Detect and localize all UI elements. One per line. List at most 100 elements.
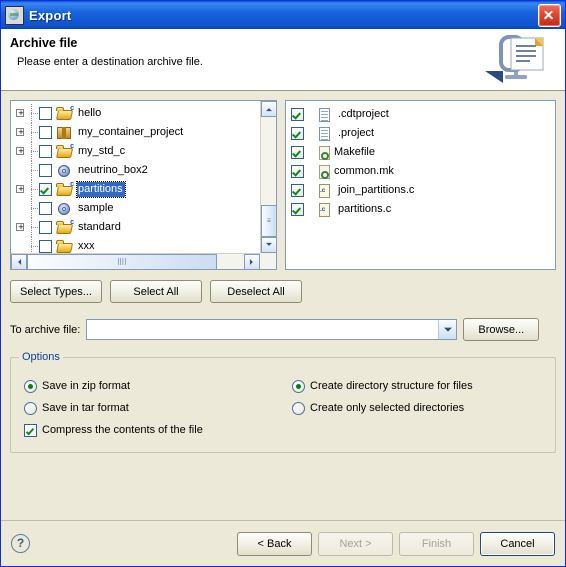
deselect-all-button[interactable]: Deselect All [210,280,302,303]
next-button: Next > [318,531,393,556]
option-compress[interactable]: Compress the contents of the file [24,419,203,441]
file-checkbox[interactable] [291,184,304,197]
tree-row[interactable]: c my_std_c [14,142,260,161]
chevron-down-icon[interactable] [438,320,457,339]
tree-checkbox[interactable] [39,240,52,253]
file-label: join_partitions.c [338,184,415,196]
scroll-down-arrow-icon[interactable] [261,237,276,253]
file-checkbox[interactable] [291,127,304,140]
window-title: Export [29,7,72,23]
vertical-scroll-thumb[interactable]: ≡ [261,205,276,237]
archive-file-row: To archive file: Browse... [10,318,556,341]
back-button[interactable]: < Back [237,531,312,556]
scroll-grip-icon: |||| [117,258,127,266]
scroll-grip-icon: ≡ [266,217,272,225]
c-project-folder-icon: c [56,143,74,160]
tree-guide [31,218,39,237]
finish-button: Finish [399,531,474,556]
tree-checkbox[interactable] [39,164,52,177]
tree-row[interactable]: sample [14,199,260,218]
close-icon[interactable] [538,3,561,27]
scroll-up-arrow-icon[interactable] [261,101,276,117]
document-icon [316,107,333,123]
tree-guide [31,123,39,142]
option-create-selected-dirs[interactable]: Create only selected directories [292,397,473,419]
expand-toggle-icon[interactable] [14,142,31,161]
tree-guide [31,237,39,253]
tree-checkbox[interactable] [39,107,52,120]
expand-toggle-icon[interactable] [14,180,31,199]
select-all-button[interactable]: Select All [110,280,202,303]
file-list-pane[interactable]: .cdtproject .project Makefile common.mk … [285,100,556,270]
checkbox-compress[interactable] [24,423,37,437]
browse-button[interactable]: Browse... [463,318,540,341]
tree-checkbox[interactable] [39,126,52,139]
file-label: common.mk [334,165,394,177]
tree-guide [31,104,39,123]
scroll-right-arrow-icon[interactable] [244,254,260,269]
radio-save-zip[interactable] [24,379,37,393]
tree-checkbox[interactable] [39,221,52,234]
tree-guide [31,180,39,199]
horizontal-scroll-thumb[interactable]: |||| [27,254,217,269]
list-item[interactable]: Makefile [291,143,555,162]
help-icon[interactable]: ? [11,534,30,553]
option-create-dir-structure[interactable]: Create directory structure for files [292,375,473,397]
file-label: Makefile [334,146,375,158]
disc-project-icon [56,163,73,179]
tree-row-selected[interactable]: c partitions [14,180,260,199]
title-bar: Export [1,1,565,29]
list-item[interactable]: common.mk [291,162,555,181]
tree-row[interactable]: c hello [14,104,260,123]
radio-save-tar[interactable] [24,401,37,415]
tree-guide [31,142,39,161]
cancel-button[interactable]: Cancel [480,531,555,556]
tree-row[interactable]: c standard [14,218,260,237]
file-checkbox[interactable] [291,165,304,178]
options-right-column: Create directory structure for files Cre… [292,375,473,419]
export-dialog: Export Archive file Please enter a desti… [0,0,566,567]
wizard-buttons: < Back Next > Finish Cancel [237,531,555,556]
list-item[interactable]: .c partitions.c [291,200,555,219]
c-project-folder-icon: c [56,219,74,236]
radio-create-dir-structure[interactable] [292,379,305,393]
list-item[interactable]: .cdtproject [291,105,555,124]
folder-icon [56,239,73,254]
tree-item-label: neutrino_box2 [78,164,148,176]
select-types-button[interactable]: Select Types... [10,280,102,303]
list-item[interactable]: .project [291,124,555,143]
scroll-left-arrow-icon[interactable] [11,254,27,269]
tree-horizontal-scrollbar[interactable]: |||| [11,253,260,269]
expand-toggle-icon[interactable] [14,123,31,142]
selection-panes: c hello my_container_project [10,100,556,270]
tree-guide [31,161,39,180]
tree-row[interactable]: my_container_project [14,123,260,142]
tree-checkbox[interactable] [39,183,52,196]
archive-export-banner-icon [485,35,544,83]
file-checkbox[interactable] [291,146,304,159]
tree-checkbox[interactable] [39,202,52,215]
file-checkbox[interactable] [291,108,304,121]
project-tree-pane[interactable]: c hello my_container_project [10,100,277,270]
options-legend: Options [19,351,63,363]
list-item[interactable]: .c join_partitions.c [291,181,555,200]
tree-row[interactable]: neutrino_box2 [14,161,260,180]
tree-item-label: my_container_project [78,126,184,138]
option-label: Save in zip format [42,380,131,392]
export-globe-icon [5,5,24,25]
tree-checkbox[interactable] [39,145,52,158]
radio-create-selected-dirs[interactable] [292,401,305,415]
tree-item-label: sample [78,202,114,214]
disc-project-icon [56,201,73,217]
option-save-tar[interactable]: Save in tar format [24,397,203,419]
file-checkbox[interactable] [291,203,304,216]
dialog-body: c hello my_container_project [1,91,565,532]
option-label: Create only selected directories [310,402,465,414]
tree-row[interactable]: xxx [14,237,260,253]
archive-file-combo[interactable] [86,319,458,340]
expand-toggle-icon[interactable] [14,104,31,123]
expand-toggle-icon[interactable] [14,218,31,237]
option-save-zip[interactable]: Save in zip format [24,375,203,397]
tree-vertical-scrollbar[interactable]: ≡ [260,101,276,253]
